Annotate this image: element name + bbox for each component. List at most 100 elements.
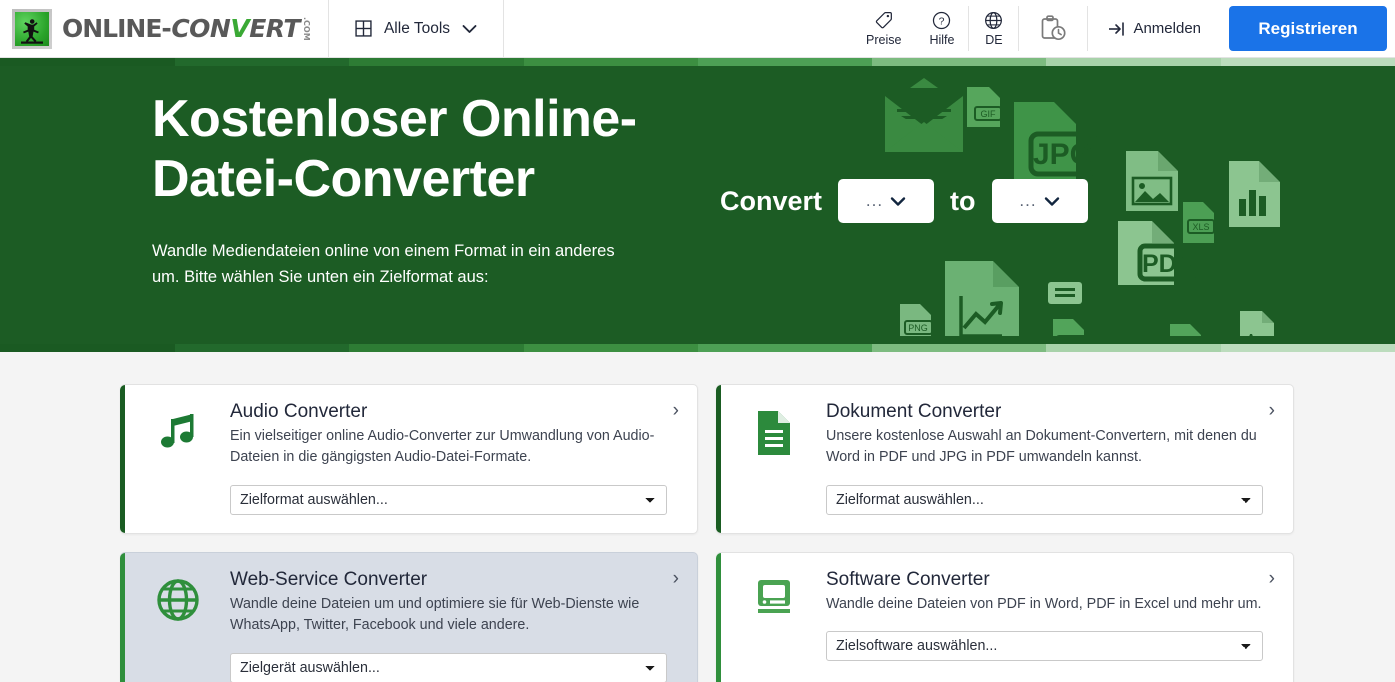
header-item-language-label: DE xyxy=(985,33,1003,47)
software-target-select[interactable]: Zielsoftware auswählen... xyxy=(826,631,1263,662)
segment-4 xyxy=(523,344,698,352)
card-desc-line1: Unsere kostenlose Auswahl an Dokument-Co… xyxy=(826,428,1194,444)
monitor-icon xyxy=(758,579,790,613)
convert-widget: Convert ... to ... xyxy=(720,179,1088,223)
card-icon-wrap xyxy=(140,401,216,515)
chevron-right-icon[interactable]: › xyxy=(1269,401,1275,420)
logo-mark-icon xyxy=(12,8,52,49)
card-description: Wandle deine Dateien um und optimiere si… xyxy=(230,594,667,637)
clipboard-clock-icon xyxy=(1042,14,1067,40)
price-tag-icon xyxy=(876,12,893,29)
register-button[interactable]: Registrieren xyxy=(1229,6,1387,51)
segment-3 xyxy=(349,58,524,66)
hero-bottom-segment-bar xyxy=(0,344,1395,352)
hero-title-line1: Kostenloser Online- xyxy=(152,90,637,148)
segment-3 xyxy=(349,344,524,352)
login-button[interactable]: Anmelden xyxy=(1088,0,1221,57)
web-service-target-device-select[interactable]: Zielgerät auswählen... xyxy=(230,652,667,682)
segment-7 xyxy=(1046,58,1221,66)
convert-from-label: Convert xyxy=(720,185,823,216)
card-desc-line1: Wandle deine Dateien um und optimiere si… xyxy=(230,595,614,612)
logo-text-v: V xyxy=(230,14,250,43)
convert-to-select[interactable]: ... xyxy=(991,179,1088,223)
card-title: Web-Service Converter xyxy=(230,568,428,590)
segment-6 xyxy=(872,58,1047,66)
segment-1 xyxy=(0,344,175,352)
card-icon-wrap xyxy=(140,569,216,682)
hero-banner: GIF JPG XLS PDF PNG Kostenloser Online- … xyxy=(0,66,1395,344)
convert-to-label: to xyxy=(950,185,976,216)
card-icon-wrap xyxy=(736,401,812,515)
header-item-history[interactable] xyxy=(1019,0,1087,57)
card-title: Dokument Converter xyxy=(826,401,1002,422)
card-web-service-converter[interactable]: Web-Service Converter Wandle deine Datei… xyxy=(120,551,698,682)
converter-cards-grid: Audio Converter Ein vielseitiger online … xyxy=(0,352,1395,682)
hero-title-line2: Datei-Converter xyxy=(152,149,535,208)
globe-icon xyxy=(985,12,1003,29)
hero-subtitle: Wandle Mediendateien online von einem Fo… xyxy=(152,238,692,291)
card-description: Wandle deine Dateien von PDF in Word, PD… xyxy=(826,594,1263,615)
hero-content: Kostenloser Online- Datei-Converter Wand… xyxy=(0,66,1395,344)
header-item-hilfe[interactable]: ? Hilfe xyxy=(915,0,968,57)
header-actions: Preise ? Hilfe DE Anmelden Registrieren xyxy=(852,0,1395,57)
chevron-down-icon xyxy=(1044,196,1059,206)
logo-text-online: ONLINE xyxy=(62,14,162,43)
card-software-converter[interactable]: Software Converter Wandle deine Dateien … xyxy=(716,551,1294,682)
logo-text-con: CON xyxy=(171,14,231,43)
chevron-right-icon[interactable]: › xyxy=(1269,569,1275,588)
header-item-preise-label: Preise xyxy=(866,33,902,47)
card-title: Audio Converter xyxy=(230,401,368,422)
all-tools-menu[interactable]: Alle Tools xyxy=(329,0,505,57)
hero-top-segment-bar xyxy=(0,58,1395,66)
header-item-preise[interactable]: Preise xyxy=(852,0,915,57)
chevron-down-icon xyxy=(890,196,906,206)
segment-2 xyxy=(175,58,350,66)
header-spacer xyxy=(504,0,852,57)
card-desc-line1: Wandle deine Dateien von PDF in Word, PD… xyxy=(826,595,1198,612)
music-note-icon xyxy=(161,414,194,448)
globe-icon xyxy=(157,579,199,621)
document-icon xyxy=(758,411,790,455)
convert-from-value: ... xyxy=(865,191,884,210)
segment-5 xyxy=(697,344,873,352)
segment-2 xyxy=(175,344,350,352)
header-item-language[interactable]: DE xyxy=(969,0,1018,57)
grid-icon xyxy=(355,20,372,37)
convert-from-select[interactable]: ... xyxy=(838,179,935,223)
chevron-right-icon[interactable]: › xyxy=(673,401,679,420)
segment-7 xyxy=(1046,344,1221,352)
card-title: Software Converter xyxy=(826,568,990,590)
running-man-icon xyxy=(21,18,43,44)
card-description: Ein vielseitiger online Audio-Converter … xyxy=(230,426,667,469)
segment-6 xyxy=(872,344,1047,352)
card-desc-line1: Ein vielseitiger online Audio-Converter … xyxy=(230,428,610,444)
logo-text-tld: .COM xyxy=(301,17,311,41)
segment-1 xyxy=(0,58,175,66)
card-icon-wrap xyxy=(736,569,812,682)
card-description: Unsere kostenlose Auswahl an Dokument-Co… xyxy=(826,426,1263,469)
hero-subtitle-line2: um. Bitte wählen Sie unten ein Zielforma… xyxy=(152,267,489,286)
logo-text-dash: - xyxy=(161,14,172,43)
card-desc-line2: mehr um. xyxy=(1201,595,1262,612)
card-dokument-converter[interactable]: Dokument Converter Unsere kostenlose Aus… xyxy=(716,384,1294,534)
site-logo[interactable]: ONLINE - CON V ERT .COM xyxy=(0,0,329,57)
segment-8 xyxy=(1220,58,1395,66)
top-header: ONLINE - CON V ERT .COM Alle Tools Preise ? xyxy=(0,0,1395,58)
card-body: Web-Service Converter Wandle deine Datei… xyxy=(230,569,677,682)
audio-target-format-select[interactable]: Zielformat auswählen... xyxy=(230,484,667,515)
segment-4 xyxy=(523,58,698,66)
dokument-target-format-select[interactable]: Zielformat auswählen... xyxy=(826,484,1263,515)
card-audio-converter[interactable]: Audio Converter Ein vielseitiger online … xyxy=(120,384,698,534)
logo-text-ert: ERT xyxy=(249,14,300,43)
card-body: Software Converter Wandle deine Dateien … xyxy=(826,569,1273,682)
question-circle-icon: ? xyxy=(933,11,951,30)
header-item-hilfe-label: Hilfe xyxy=(929,33,955,47)
register-label: Registrieren xyxy=(1258,18,1358,38)
card-body: Dokument Converter Unsere kostenlose Aus… xyxy=(826,401,1273,515)
sign-in-icon xyxy=(1109,21,1125,36)
chevron-down-icon xyxy=(462,24,477,33)
logo-wordmark: ONLINE - CON V ERT .COM xyxy=(62,14,311,43)
chevron-right-icon[interactable]: › xyxy=(673,569,679,588)
hero-subtitle-line1: Wandle Mediendateien online von einem Fo… xyxy=(152,241,615,260)
card-body: Audio Converter Ein vielseitiger online … xyxy=(230,401,677,515)
